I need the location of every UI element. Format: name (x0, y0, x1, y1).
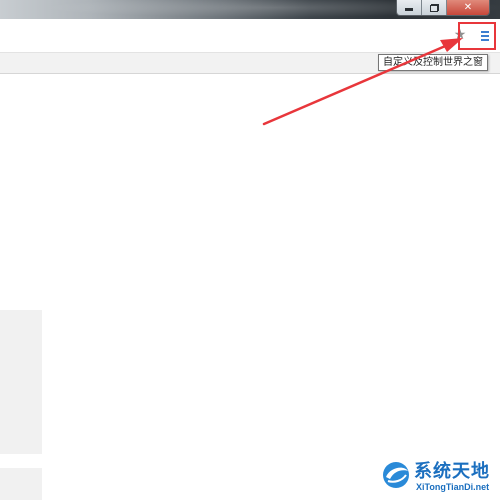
restore-icon (429, 3, 439, 12)
watermark-url: XiTongTianDi.net (416, 482, 490, 492)
restore-button[interactable] (422, 0, 447, 15)
watermark: 系统天地 XiTongTianDi.net (378, 455, 500, 500)
content-panel (0, 310, 42, 454)
close-icon: ✕ (463, 2, 473, 13)
menu-tooltip: 自定义及控制世界之窗 (378, 54, 488, 71)
browser-toolbar: ★ (0, 19, 500, 53)
watermark-title: 系统天地 (414, 461, 490, 482)
close-button[interactable]: ✕ (447, 0, 489, 15)
window-controls: ✕ (396, 0, 490, 16)
content-panel (0, 468, 42, 500)
minimize-icon (405, 8, 413, 11)
menu-highlight-box (458, 22, 496, 50)
watermark-logo-icon (380, 459, 412, 491)
annotation-arrow (262, 38, 463, 126)
minimize-button[interactable] (397, 0, 422, 15)
